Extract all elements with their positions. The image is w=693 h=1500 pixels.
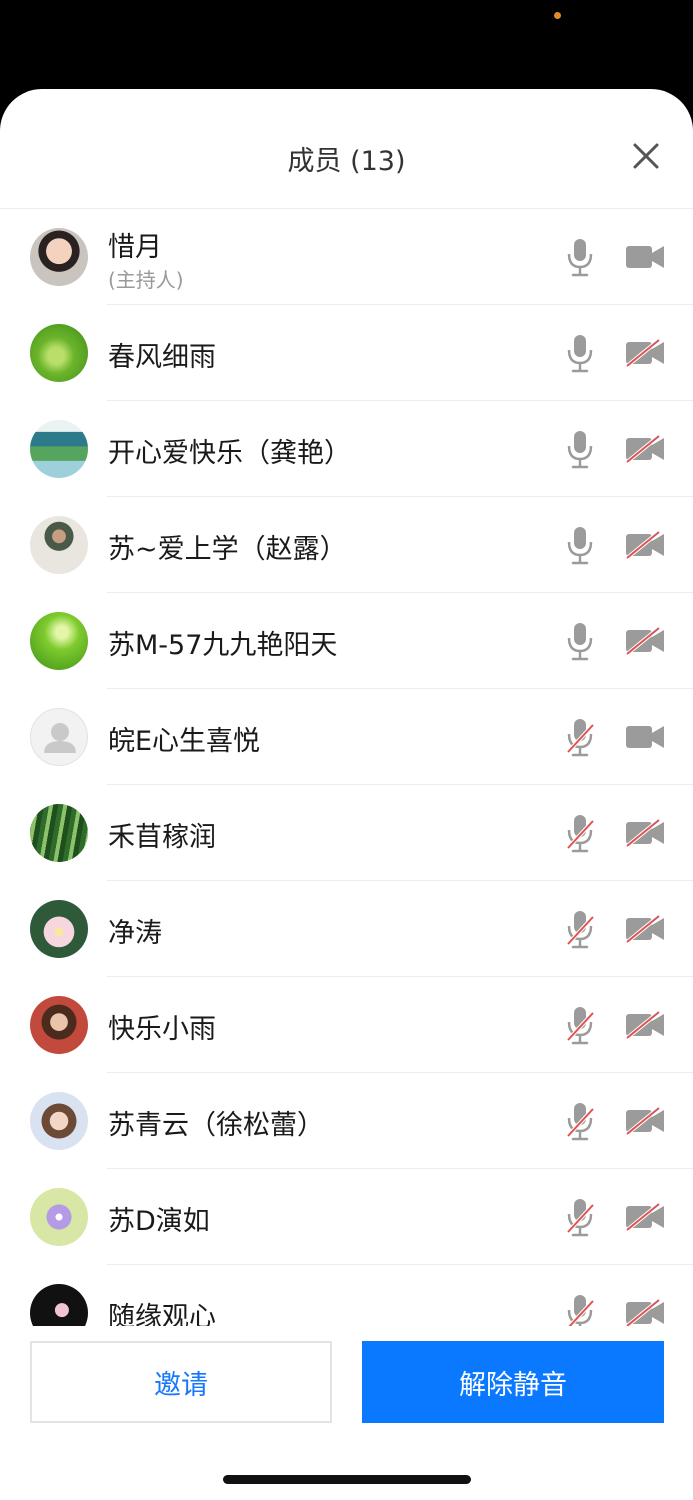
woman-portrait-avatar bbox=[30, 996, 88, 1054]
footer-actions: 邀请 解除静音 bbox=[0, 1341, 693, 1423]
member-name: 惜月 bbox=[108, 232, 162, 263]
member-row[interactable]: 惜月 (主持人) bbox=[0, 209, 693, 305]
video-camera-icon[interactable] bbox=[625, 723, 665, 751]
purple-flower-avatar bbox=[30, 1188, 88, 1246]
member-name: 苏青云（徐松蕾） bbox=[108, 1110, 324, 1141]
camera-off-icon[interactable] bbox=[625, 1107, 665, 1135]
mic-muted-icon[interactable] bbox=[565, 1101, 595, 1141]
camera-off-icon[interactable] bbox=[625, 531, 665, 559]
members-header: 成员 (13) bbox=[0, 89, 693, 209]
member-list[interactable]: 惜月 (主持人) 春风细雨 开心爱快乐（龚艳） 苏~爱上学（赵露） 苏M-57九九… bbox=[0, 209, 693, 1326]
camera-off-icon[interactable] bbox=[625, 435, 665, 463]
member-name: 春风细雨 bbox=[108, 342, 216, 373]
microphone-icon[interactable] bbox=[565, 429, 595, 469]
status-indicator-dot bbox=[554, 12, 561, 19]
lotus-avatar bbox=[30, 900, 88, 958]
member-name: 随缘观心 bbox=[108, 1302, 216, 1326]
members-title: 成员 (13) bbox=[287, 146, 406, 177]
camera-off-icon[interactable] bbox=[625, 339, 665, 367]
mic-muted-icon[interactable] bbox=[565, 909, 595, 949]
mic-muted-icon[interactable] bbox=[565, 1005, 595, 1045]
member-row[interactable]: 苏青云（徐松蕾） bbox=[0, 1073, 693, 1169]
member-row[interactable]: 净涛 bbox=[0, 881, 693, 977]
member-row[interactable]: 随缘观心 bbox=[0, 1265, 693, 1326]
person-photo-avatar bbox=[30, 516, 88, 574]
camera-off-icon[interactable] bbox=[625, 915, 665, 943]
mic-muted-icon[interactable] bbox=[565, 717, 595, 757]
member-name: 禾苜稼润 bbox=[108, 822, 216, 853]
member-name: 净涛 bbox=[108, 918, 162, 949]
invite-button[interactable]: 邀请 bbox=[30, 1341, 332, 1423]
microphone-icon[interactable] bbox=[565, 237, 595, 277]
member-row[interactable]: 快乐小雨 bbox=[0, 977, 693, 1073]
member-row[interactable]: 苏M-57九九艳阳天 bbox=[0, 593, 693, 689]
camera-off-icon[interactable] bbox=[625, 1299, 665, 1326]
member-name: 苏~爱上学（赵露） bbox=[108, 534, 347, 565]
camera-off-icon[interactable] bbox=[625, 1011, 665, 1039]
member-row[interactable]: 春风细雨 bbox=[0, 305, 693, 401]
member-row[interactable]: 禾苜稼润 bbox=[0, 785, 693, 881]
grass-dew-avatar bbox=[30, 612, 88, 670]
photo-woman-avatar bbox=[30, 228, 88, 286]
camera-off-icon[interactable] bbox=[625, 819, 665, 847]
member-name: 快乐小雨 bbox=[108, 1014, 216, 1045]
member-name: 苏M-57九九艳阳天 bbox=[108, 630, 338, 661]
camera-off-icon[interactable] bbox=[625, 627, 665, 655]
camera-off-icon[interactable] bbox=[625, 1203, 665, 1231]
microphone-icon[interactable] bbox=[565, 333, 595, 373]
member-name: 开心爱快乐（龚艳） bbox=[108, 438, 351, 469]
girl-portrait-avatar bbox=[30, 1092, 88, 1150]
forest-avatar bbox=[30, 804, 88, 862]
mic-muted-icon[interactable] bbox=[565, 1293, 595, 1326]
microphone-icon[interactable] bbox=[565, 525, 595, 565]
default-user-avatar bbox=[30, 708, 88, 766]
video-camera-icon[interactable] bbox=[625, 243, 665, 271]
green-leaf-avatar bbox=[30, 324, 88, 382]
unmute-button[interactable]: 解除静音 bbox=[362, 1341, 664, 1423]
member-name: 苏D演如 bbox=[108, 1206, 210, 1237]
mic-muted-icon[interactable] bbox=[565, 1197, 595, 1237]
member-role: (主持人) bbox=[108, 268, 184, 292]
member-row[interactable]: 皖E心生喜悦 bbox=[0, 689, 693, 785]
landscape-avatar bbox=[30, 420, 88, 478]
member-row[interactable]: 开心爱快乐（龚艳） bbox=[0, 401, 693, 497]
microphone-icon[interactable] bbox=[565, 621, 595, 661]
lotus-dark-avatar bbox=[30, 1284, 88, 1326]
member-row[interactable]: 苏~爱上学（赵露） bbox=[0, 497, 693, 593]
mic-muted-icon[interactable] bbox=[565, 813, 595, 853]
close-icon[interactable] bbox=[631, 141, 661, 171]
member-name: 皖E心生喜悦 bbox=[108, 726, 261, 757]
home-indicator bbox=[223, 1475, 471, 1484]
members-sheet: 成员 (13) 惜月 (主持人) 春风细雨 开心爱快乐（龚艳） 苏~爱上学（赵露） bbox=[0, 89, 693, 1500]
member-row[interactable]: 苏D演如 bbox=[0, 1169, 693, 1265]
